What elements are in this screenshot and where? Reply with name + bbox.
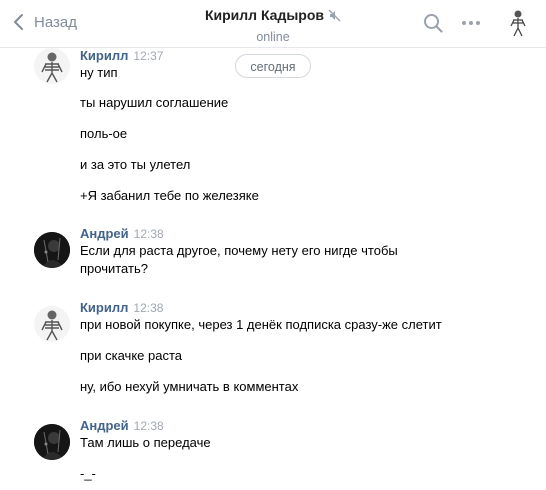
avatar[interactable] bbox=[34, 306, 70, 342]
message-text: и за это ты улетел bbox=[80, 157, 191, 172]
message-author[interactable]: Кирилл 12:37 bbox=[80, 48, 163, 63]
message-text: при новой покупке, через 1 денёк подписк… bbox=[80, 317, 442, 332]
message-text: поль-ое bbox=[80, 126, 128, 141]
message-author[interactable]: Андрей 12:38 bbox=[80, 418, 164, 433]
message-text: Если для раста другое, почему нету его н… bbox=[80, 243, 398, 258]
message-text: прочитать? bbox=[80, 261, 148, 276]
skeleton-avatar-icon bbox=[41, 52, 63, 83]
message-time: 12:38 bbox=[133, 419, 164, 433]
avatar[interactable] bbox=[34, 232, 70, 268]
message-time: 12:38 bbox=[133, 301, 164, 315]
message-time: 12:37 bbox=[133, 49, 164, 63]
message-text: -_- bbox=[80, 466, 96, 481]
message-text: Там лишь о передаче bbox=[80, 435, 211, 450]
header-avatar[interactable] bbox=[506, 8, 530, 38]
chat-header: Назад Кирилл Кадыров online bbox=[0, 0, 546, 48]
message-text: ты нарушил соглашение bbox=[80, 95, 229, 110]
message-group: Кирилл 12:38 при новой покупке, через 1 д… bbox=[34, 300, 534, 400]
message-feed: сегодня Кирилл 12:37 ну тип ты нарушил со… bbox=[0, 48, 546, 490]
photo-avatar-icon bbox=[34, 232, 70, 268]
message-author[interactable]: Кирилл 12:38 bbox=[80, 300, 163, 315]
message-group: Кирилл 12:37 ну тип ты нарушил соглашение… bbox=[34, 48, 534, 208]
message-time: 12:38 bbox=[133, 227, 164, 241]
message-author[interactable]: Андрей 12:38 bbox=[80, 226, 164, 241]
message-text: +Я забанил тебе по железяке bbox=[80, 188, 259, 203]
avatar[interactable] bbox=[34, 48, 70, 84]
avatar[interactable] bbox=[34, 424, 70, 460]
message-group: Андрей 12:38 Если для раста другое, почем… bbox=[34, 226, 534, 286]
mute-icon bbox=[328, 9, 341, 22]
search-icon[interactable] bbox=[422, 12, 444, 34]
message-text: ну, ибо нехуй умничать в комментах bbox=[80, 379, 299, 394]
message-text: при скачке раста bbox=[80, 348, 183, 363]
message-group: Андрей 12:38 Там лишь о передаче -_- bbox=[34, 418, 534, 488]
more-icon[interactable] bbox=[460, 12, 482, 34]
chat-title: Кирилл Кадыров bbox=[204, 7, 325, 23]
skeleton-avatar-icon bbox=[41, 310, 63, 341]
photo-avatar-icon bbox=[34, 424, 70, 460]
message-text: ну тип bbox=[80, 65, 118, 80]
